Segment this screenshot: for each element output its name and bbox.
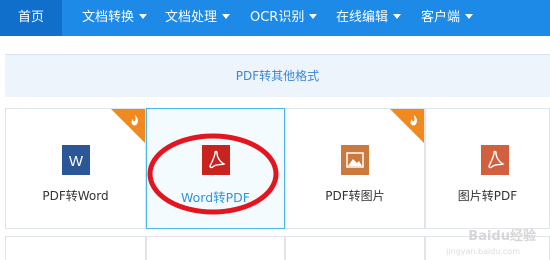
nav-item-label: 首页 xyxy=(17,10,44,25)
category-banner: PDF转其他格式 xyxy=(5,54,550,97)
caret-down-icon xyxy=(465,14,474,19)
tool-card-label: PDF转图片 xyxy=(325,189,385,203)
caret-down-icon xyxy=(139,14,148,19)
nav-item-label: 在线编辑 xyxy=(336,10,389,25)
caret-down-icon xyxy=(393,14,402,19)
nav-item-ocr[interactable]: OCR识别 xyxy=(250,0,318,36)
tool-card-row2[interactable] xyxy=(146,236,285,260)
caret-down-icon xyxy=(222,14,231,19)
hot-badge-icon xyxy=(111,109,145,143)
tool-card-label: PDF转Word xyxy=(42,189,109,203)
top-navbar: 首页 文档转换 文档处理 OCR识别 在线编辑 客户端 xyxy=(0,0,550,36)
nav-item-document-conversion[interactable]: 文档转换 xyxy=(82,0,148,36)
hot-badge-icon xyxy=(390,109,424,143)
tool-card-row2[interactable] xyxy=(5,236,146,260)
watermark-url: jingyan.baidu.com xyxy=(446,247,520,256)
highlight-circle xyxy=(147,133,279,215)
tool-card-label: 图片转PDF xyxy=(457,189,518,203)
nav-item-label: OCR识别 xyxy=(250,10,305,25)
tool-card-image-to-pdf[interactable]: 图片转PDF xyxy=(425,108,550,229)
nav-item-online-editing[interactable]: 在线编辑 xyxy=(336,0,402,36)
svg-text:W: W xyxy=(69,153,84,170)
nav-item-label: 文档转换 xyxy=(82,10,135,25)
caret-down-icon xyxy=(309,14,318,19)
word-icon: W xyxy=(62,145,90,175)
nav-item-document-processing[interactable]: 文档处理 xyxy=(165,0,231,36)
nav-item-home[interactable]: 首页 xyxy=(0,0,62,36)
tool-card-row2[interactable] xyxy=(285,236,425,260)
nav-item-label: 文档处理 xyxy=(165,10,218,25)
tool-card-pdf-to-word[interactable]: W PDF转Word xyxy=(5,108,146,229)
nav-item-client[interactable]: 客户端 xyxy=(421,0,474,36)
nav-item-label: 客户端 xyxy=(421,10,461,25)
tool-card-pdf-to-image[interactable]: PDF转图片 xyxy=(285,108,425,229)
pdf-icon xyxy=(481,145,509,175)
category-title[interactable]: PDF转其他格式 xyxy=(5,55,550,97)
watermark: Baidu经验 xyxy=(468,229,536,244)
image-icon xyxy=(341,145,369,175)
